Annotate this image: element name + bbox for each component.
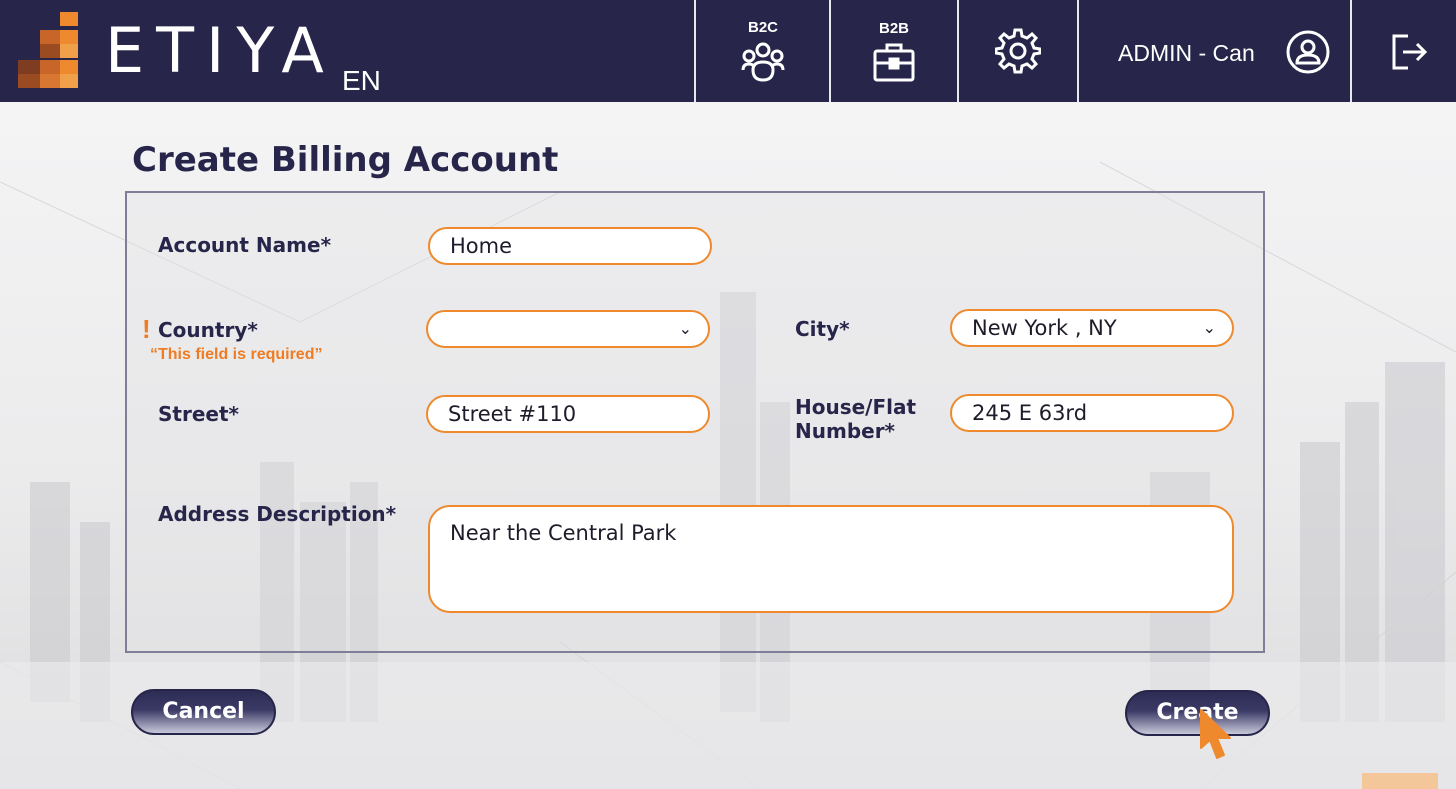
b2b-label: B2B: [878, 19, 909, 37]
b2c-button[interactable]: B2C: [696, 0, 830, 102]
house-number-label: House/Flat Number*: [795, 395, 916, 443]
country-label: Country*: [158, 318, 258, 342]
gear-icon: [995, 28, 1041, 74]
country-select[interactable]: ⌄: [426, 310, 710, 348]
city-label: City*: [795, 317, 850, 341]
header-divider: [1350, 0, 1352, 102]
house-number-label-line1: House/Flat: [795, 395, 917, 419]
house-number-label-line2: Number*: [795, 419, 896, 443]
page-title: Create Billing Account: [132, 140, 559, 180]
corner-badge: [1362, 773, 1438, 789]
settings-button[interactable]: [959, 0, 1077, 102]
b2c-label: B2C: [747, 18, 778, 36]
logout-icon[interactable]: [1391, 33, 1429, 71]
users-icon: [741, 42, 785, 82]
chevron-down-icon: ⌄: [678, 319, 692, 338]
etiya-logo-mark: [18, 12, 80, 90]
header-divider: [1077, 0, 1079, 102]
account-name-input[interactable]: Home: [428, 227, 712, 265]
country-error-message: “This field is required”: [150, 346, 323, 363]
pointer-cursor-icon: [1200, 709, 1231, 759]
street-label: Street*: [158, 402, 239, 426]
user-name: ADMIN - Can: [1118, 40, 1255, 66]
address-description-textarea[interactable]: Near the Central Park: [428, 505, 1234, 613]
account-name-label: Account Name*: [158, 233, 332, 257]
b2b-button[interactable]: B2B: [831, 0, 957, 102]
error-icon: !: [142, 314, 151, 344]
city-select[interactable]: New York , NY ⌄: [950, 309, 1234, 347]
address-description-label: Address Description*: [158, 502, 397, 526]
brand-name: ETIYA: [105, 14, 336, 87]
city-select-value: New York , NY: [972, 316, 1117, 340]
street-input[interactable]: Street #110: [426, 395, 710, 433]
language-indicator[interactable]: EN: [342, 66, 381, 96]
briefcase-icon: [873, 43, 915, 81]
chevron-down-icon: ⌄: [1202, 318, 1216, 337]
user-circle-icon[interactable]: [1286, 30, 1330, 74]
cancel-button[interactable]: Cancel: [131, 689, 276, 735]
house-number-input[interactable]: 245 E 63rd: [950, 394, 1234, 432]
top-header: ETIYA EN B2C B2B ADMIN - Can: [0, 0, 1456, 102]
